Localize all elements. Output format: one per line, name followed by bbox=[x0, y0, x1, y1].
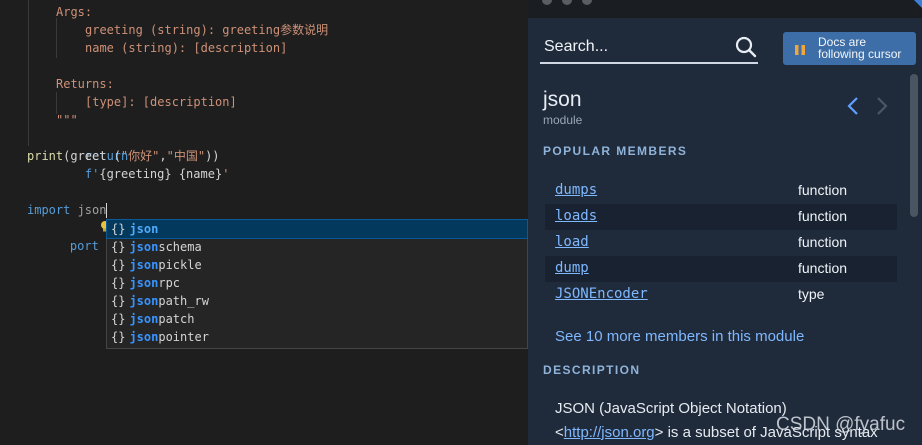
window-dot[interactable] bbox=[542, 0, 552, 5]
description-bracket: < bbox=[555, 424, 564, 441]
description-header: DESCRIPTION bbox=[543, 363, 641, 377]
window-titlebar bbox=[528, 0, 922, 18]
module-icon: {} bbox=[111, 276, 126, 290]
corner-arrow-icon[interactable] bbox=[910, 0, 922, 10]
follow-cursor-button[interactable]: Docs are following cursor bbox=[783, 32, 916, 65]
indent-guide bbox=[56, 18, 57, 58]
member-link[interactable]: dump bbox=[555, 260, 589, 276]
member-link[interactable]: dumps bbox=[555, 182, 597, 198]
autocomplete-match: json bbox=[129, 330, 159, 344]
member-row[interactable]: load function bbox=[545, 230, 897, 256]
code-editor[interactable]: Args: greeting (string): greeting参数说明 na… bbox=[0, 0, 528, 445]
code-line-docstring-end: """ bbox=[56, 113, 78, 127]
search-icon[interactable] bbox=[735, 36, 757, 63]
member-row[interactable]: dump function bbox=[545, 256, 897, 282]
autocomplete-item[interactable]: {} jsonpatch bbox=[107, 310, 527, 328]
code-line-import-json: import json bbox=[27, 201, 108, 219]
search-input[interactable]: Search... bbox=[540, 34, 758, 64]
module-icon: {} bbox=[111, 222, 126, 236]
module-kind: module bbox=[543, 113, 583, 127]
member-type: function bbox=[798, 260, 848, 276]
autocomplete-item-selected[interactable]: {} json bbox=[106, 219, 528, 239]
member-row[interactable]: loads function bbox=[545, 204, 897, 230]
member-row[interactable]: dumps function bbox=[545, 178, 897, 204]
member-type: function bbox=[798, 182, 848, 198]
autocomplete-suffix: rpc bbox=[158, 276, 181, 290]
print-call-close: )) bbox=[205, 149, 220, 163]
autocomplete-item[interactable]: {} jsonpath_rw bbox=[107, 292, 527, 310]
back-arrow-icon[interactable] bbox=[846, 96, 860, 121]
print-comma: , bbox=[159, 149, 167, 163]
autocomplete-match: json bbox=[129, 240, 159, 254]
autocomplete-match: json bbox=[129, 222, 159, 236]
watermark: CSDN @fyafuc bbox=[776, 414, 906, 435]
autocomplete-match: json bbox=[129, 312, 159, 326]
member-link[interactable]: load bbox=[555, 234, 589, 250]
autocomplete-suffix: pickle bbox=[158, 258, 202, 272]
autocomplete-match: json bbox=[129, 276, 159, 290]
indent-guide bbox=[28, 0, 29, 146]
module-icon: {} bbox=[111, 258, 126, 272]
print-arg-2: "中国" bbox=[166, 149, 206, 163]
member-type: function bbox=[798, 234, 848, 250]
print-arg-1: "你好" bbox=[120, 149, 160, 163]
autocomplete-suffix: path_rw bbox=[158, 294, 209, 308]
popular-members-header: POPULAR MEMBERS bbox=[543, 144, 688, 158]
forward-arrow-icon[interactable] bbox=[875, 96, 889, 121]
member-link[interactable]: loads bbox=[555, 208, 597, 224]
json-org-link[interactable]: http://json.org bbox=[564, 424, 655, 441]
print-call-open: (greet ( bbox=[63, 149, 121, 163]
member-type: type bbox=[798, 286, 825, 302]
code-line-import-requests: port requests bbox=[27, 183, 164, 253]
code-line-return: return f'{greeting} {name}' bbox=[56, 129, 230, 181]
code-line-type-desc: [type]: [description] bbox=[85, 95, 237, 109]
search-placeholder: Search... bbox=[544, 38, 609, 55]
keyword-import: import bbox=[27, 203, 71, 217]
autocomplete-item[interactable]: {} jsonpointer bbox=[107, 328, 527, 346]
member-link[interactable]: JSONEncoder bbox=[555, 286, 648, 302]
fstring-end: ' bbox=[222, 167, 230, 181]
module-icon: {} bbox=[111, 240, 126, 254]
autocomplete-suffix: pointer bbox=[158, 330, 209, 344]
scrollbar-thumb[interactable] bbox=[910, 74, 918, 217]
autocomplete-item[interactable]: {} jsonschema bbox=[107, 238, 527, 256]
autocomplete-suffix: patch bbox=[158, 312, 195, 326]
member-row[interactable]: JSONEncoder type bbox=[545, 282, 897, 308]
autocomplete-match: json bbox=[129, 294, 159, 308]
text-cursor bbox=[106, 203, 108, 218]
docs-panel: Search... Docs are following cursor json… bbox=[528, 0, 922, 445]
autocomplete-item[interactable]: {} jsonpickle bbox=[107, 256, 527, 274]
print-function: print bbox=[27, 149, 64, 163]
more-members-link[interactable]: See 10 more members in this module bbox=[555, 328, 804, 345]
autocomplete-popup[interactable]: {} json {} jsonschema {} jsonpickle {} jsonr… bbox=[106, 219, 528, 349]
typed-module-name: json bbox=[70, 203, 107, 217]
window-dot[interactable] bbox=[582, 0, 592, 5]
window-dot[interactable] bbox=[562, 0, 572, 5]
autocomplete-suffix: schema bbox=[158, 240, 202, 254]
code-line-returns: Returns: bbox=[56, 77, 114, 91]
module-icon: {} bbox=[111, 294, 126, 308]
code-line-greeting-param: greeting (string): greeting参数说明 bbox=[85, 23, 329, 37]
fstring-body: {greeting} {name} bbox=[99, 167, 223, 181]
pause-icon bbox=[794, 43, 806, 61]
follow-cursor-label: Docs are following cursor bbox=[818, 35, 902, 61]
code-line-print: print(greet ("你好","中国")) bbox=[27, 147, 220, 165]
code-line-name-param: name (string): [description] bbox=[85, 41, 288, 55]
autocomplete-match: json bbox=[129, 258, 159, 272]
module-title: json bbox=[543, 88, 582, 111]
fstring-prefix: f' bbox=[84, 167, 100, 181]
module-icon: {} bbox=[111, 330, 126, 344]
module-icon: {} bbox=[111, 312, 126, 326]
autocomplete-item[interactable]: {} jsonrpc bbox=[107, 274, 527, 292]
code-line-args: Args: bbox=[56, 5, 93, 19]
member-type: function bbox=[798, 208, 848, 224]
